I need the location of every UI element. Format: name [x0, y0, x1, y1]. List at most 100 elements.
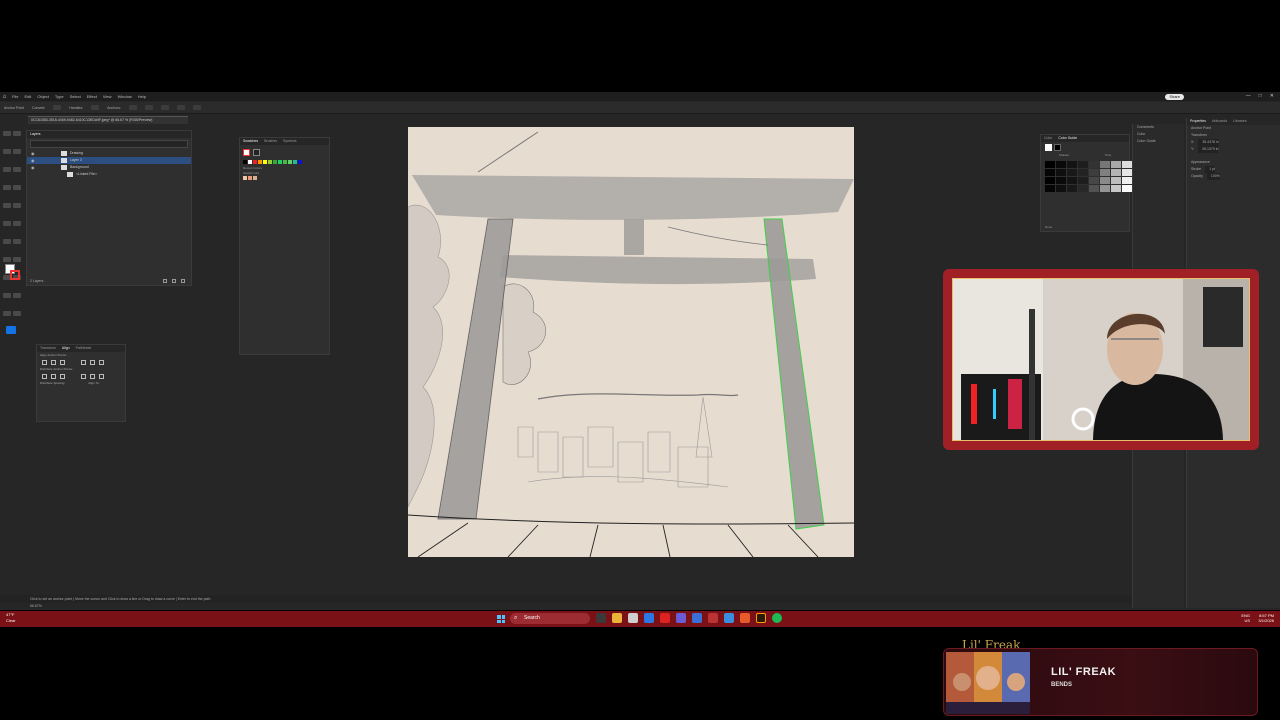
swatch[interactable]: [248, 176, 252, 180]
menu-effect[interactable]: Effect: [84, 92, 100, 101]
base-color-swatch[interactable]: [1054, 144, 1061, 151]
gradient-tool-icon[interactable]: [13, 257, 21, 262]
swatch[interactable]: [288, 160, 292, 164]
tab-artboards[interactable]: Artboards: [1212, 118, 1227, 125]
type-tool-icon[interactable]: [3, 167, 11, 172]
color-item[interactable]: Color: [1133, 131, 1184, 138]
registration-swatch[interactable]: [253, 149, 260, 156]
swatch[interactable]: [253, 176, 257, 180]
delete-layer-icon[interactable]: [181, 279, 185, 283]
color-cell[interactable]: [1100, 161, 1110, 168]
layer-row[interactable]: ◉ Background: [27, 164, 191, 171]
align-right-button[interactable]: [176, 105, 185, 110]
menu-file[interactable]: File: [9, 92, 21, 101]
taskbar-clock[interactable]: 8:57 PM 3/1/2026: [1258, 613, 1274, 623]
minimize-icon[interactable]: —: [1246, 93, 1251, 99]
swatch[interactable]: [263, 160, 267, 164]
distribute-top-icon[interactable]: [42, 373, 47, 379]
tab-transform[interactable]: Transform: [40, 345, 56, 352]
swatch[interactable]: [243, 176, 247, 180]
color-cell[interactable]: [1067, 161, 1077, 168]
document-tab[interactable]: 0CC61083-3518-4459-9482-6410C13EDA9F.jpe…: [28, 116, 188, 124]
menu-select[interactable]: Select: [67, 92, 84, 101]
taskbar-search-box[interactable]: Search: [510, 613, 590, 624]
none-swatch[interactable]: [243, 149, 250, 156]
distribute-center-icon[interactable]: [51, 373, 56, 379]
tab-color-guide[interactable]: Color Guide: [1058, 135, 1077, 142]
align-left-icon[interactable]: [42, 359, 47, 365]
color-cell[interactable]: [1100, 169, 1110, 176]
tab-libraries[interactable]: Libraries: [1233, 118, 1246, 125]
discord-icon[interactable]: [676, 613, 686, 623]
opacity-field[interactable]: 100%: [1206, 173, 1220, 180]
tab-symbols[interactable]: Symbols: [283, 138, 296, 145]
color-cell[interactable]: [1122, 169, 1132, 176]
line-tool-icon[interactable]: [13, 167, 21, 172]
tab-properties[interactable]: Properties: [1190, 118, 1206, 125]
app-icon[interactable]: [660, 613, 670, 623]
slice-tool-icon[interactable]: [13, 293, 21, 298]
align-right-icon[interactable]: [60, 359, 65, 365]
color-cell[interactable]: [1056, 177, 1066, 184]
tab-brushes[interactable]: Brushes: [264, 138, 277, 145]
illustrator-icon[interactable]: [756, 613, 766, 623]
swatch[interactable]: [273, 160, 277, 164]
color-cell[interactable]: [1089, 177, 1099, 184]
menu-window[interactable]: Window: [114, 92, 134, 101]
swatch[interactable]: [268, 160, 272, 164]
color-cell[interactable]: [1100, 185, 1110, 192]
selection-tool-icon[interactable]: [3, 131, 11, 136]
layers-search-input[interactable]: [30, 140, 188, 148]
edge-icon[interactable]: [644, 613, 654, 623]
color-cell[interactable]: [1056, 161, 1066, 168]
color-cell[interactable]: [1056, 169, 1066, 176]
zoom-tool-icon[interactable]: [13, 311, 21, 316]
eraser-tool-icon[interactable]: [13, 203, 21, 208]
edit-toolbar-icon[interactable]: [6, 326, 16, 334]
curvature-tool-icon[interactable]: [13, 149, 21, 154]
color-cell[interactable]: [1078, 169, 1088, 176]
rectangle-tool-icon[interactable]: [3, 185, 11, 190]
weather-widget[interactable]: 47°F Clear: [6, 612, 16, 624]
eye-icon[interactable]: ◉: [31, 150, 35, 157]
swatch[interactable]: [278, 160, 282, 164]
share-button[interactable]: Share: [1165, 94, 1184, 100]
menu-object[interactable]: Object: [34, 92, 52, 101]
color-cell[interactable]: [1122, 185, 1132, 192]
color-cell[interactable]: [1067, 177, 1077, 184]
layer-row[interactable]: <Linked File>: [27, 171, 191, 178]
comments-item[interactable]: Comments: [1133, 124, 1184, 131]
swatch[interactable]: [258, 160, 262, 164]
color-cell[interactable]: [1100, 177, 1110, 184]
align-center-button[interactable]: [160, 105, 169, 110]
pencil-tool-icon[interactable]: [3, 203, 11, 208]
maximize-icon[interactable]: □: [1259, 93, 1262, 99]
color-cell[interactable]: [1045, 185, 1055, 192]
language-indicator[interactable]: ENG US: [1241, 613, 1250, 623]
align-top-icon[interactable]: [81, 359, 86, 365]
color-cell[interactable]: [1078, 177, 1088, 184]
color-cell[interactable]: [1067, 185, 1077, 192]
new-layer-icon[interactable]: [163, 279, 167, 283]
color-cell[interactable]: [1111, 177, 1121, 184]
color-cell[interactable]: [1111, 161, 1121, 168]
app-icon[interactable]: [740, 613, 750, 623]
tab-align[interactable]: Align: [62, 345, 70, 352]
distribute-left-icon[interactable]: [81, 373, 86, 379]
color-cell[interactable]: [1067, 169, 1077, 176]
task-view-icon[interactable]: [596, 613, 606, 623]
layer-row-selected[interactable]: ◉ Layer 3: [27, 157, 191, 164]
swatch[interactable]: [293, 160, 297, 164]
color-cell[interactable]: [1122, 161, 1132, 168]
distribute-hcenter-icon[interactable]: [90, 373, 95, 379]
spotify-icon[interactable]: [772, 613, 782, 623]
color-cell[interactable]: [1056, 185, 1066, 192]
menu-view[interactable]: View: [100, 92, 115, 101]
new-sublayer-icon[interactable]: [172, 279, 176, 283]
x-field[interactable]: 35.4378 in: [1198, 139, 1219, 146]
pen-tool-icon[interactable]: [3, 149, 11, 154]
stroke-swatch[interactable]: [10, 270, 20, 280]
app-icon[interactable]: [692, 613, 702, 623]
distribute-bottom-icon[interactable]: [60, 373, 65, 379]
swatch[interactable]: [283, 160, 287, 164]
